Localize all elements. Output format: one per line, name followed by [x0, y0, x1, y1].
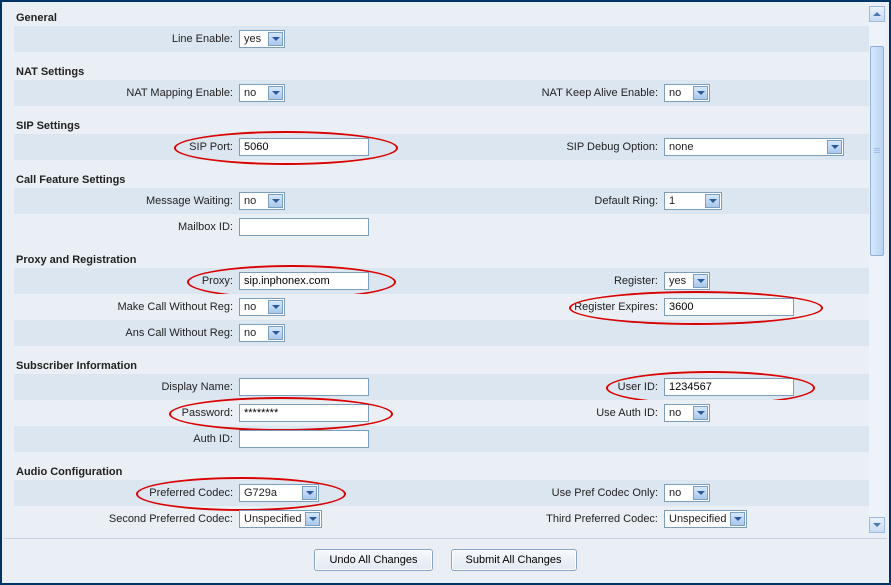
- use-auth-id-select[interactable]: no: [664, 404, 710, 422]
- scroll-up-button[interactable]: [869, 6, 885, 22]
- section-call-feature-title: Call Feature Settings: [14, 160, 877, 188]
- message-waiting-label: Message Waiting:: [14, 195, 239, 207]
- ans-call-without-reg-label: Ans Call Without Reg:: [14, 327, 239, 339]
- proxy-input[interactable]: [239, 272, 369, 290]
- chevron-down-icon: [268, 326, 283, 340]
- proxy-label: Proxy:: [14, 275, 239, 287]
- password-label: Password:: [14, 407, 239, 419]
- use-auth-id-label: Use Auth ID:: [439, 407, 664, 419]
- scrollbar-thumb[interactable]: [870, 46, 884, 256]
- chevron-down-icon: [827, 140, 842, 154]
- sip-port-label: SIP Port:: [14, 141, 239, 153]
- nat-mapping-enable-label: NAT Mapping Enable:: [14, 87, 239, 99]
- make-call-without-reg-label: Make Call Without Reg:: [14, 301, 239, 313]
- third-preferred-codec-label: Third Preferred Codec:: [439, 513, 664, 525]
- section-nat-title: NAT Settings: [14, 52, 877, 80]
- second-preferred-codec-label: Second Preferred Codec:: [14, 513, 239, 525]
- section-subscriber-title: Subscriber Information: [14, 346, 877, 374]
- sip-debug-option-label: SIP Debug Option:: [439, 141, 664, 153]
- make-call-without-reg-select[interactable]: no: [239, 298, 285, 316]
- chevron-down-icon: [693, 274, 708, 288]
- section-audio-title: Audio Configuration: [14, 452, 877, 480]
- chevron-down-icon: [693, 86, 708, 100]
- default-ring-select[interactable]: 1: [664, 192, 722, 210]
- section-general-title: General: [14, 8, 877, 26]
- password-input[interactable]: [239, 404, 369, 422]
- chevron-down-icon: [693, 486, 708, 500]
- ans-call-without-reg-select[interactable]: no: [239, 324, 285, 342]
- chevron-down-icon: [268, 194, 283, 208]
- user-id-label: User ID:: [439, 381, 664, 393]
- chevron-down-icon: [302, 486, 317, 500]
- chevron-down-icon: [268, 32, 283, 46]
- preferred-codec-select[interactable]: G729a: [239, 484, 319, 502]
- scroll-down-button[interactable]: [869, 517, 885, 533]
- sip-port-input[interactable]: [239, 138, 369, 156]
- register-expires-input[interactable]: [664, 298, 794, 316]
- submit-all-changes-button[interactable]: Submit All Changes: [451, 549, 577, 571]
- register-select[interactable]: yes: [664, 272, 710, 290]
- chevron-down-icon: [705, 194, 720, 208]
- nat-mapping-enable-select[interactable]: no: [239, 84, 285, 102]
- display-name-label: Display Name:: [14, 381, 239, 393]
- mailbox-id-input[interactable]: [239, 218, 369, 236]
- chevron-down-icon: [268, 86, 283, 100]
- sip-debug-option-select[interactable]: none: [664, 138, 844, 156]
- config-content: General Line Enable: yes NAT Settings NA…: [2, 2, 889, 532]
- chevron-down-icon: [268, 300, 283, 314]
- mailbox-id-label: Mailbox ID:: [14, 221, 239, 233]
- use-pref-codec-only-label: Use Pref Codec Only:: [439, 487, 664, 499]
- use-pref-codec-only-select[interactable]: no: [664, 484, 710, 502]
- chevron-down-icon: [305, 512, 320, 526]
- footer-bar: Undo All Changes Submit All Changes: [4, 538, 887, 581]
- config-panel-frame: General Line Enable: yes NAT Settings NA…: [0, 0, 891, 585]
- message-waiting-select[interactable]: no: [239, 192, 285, 210]
- auth-id-label: Auth ID:: [14, 433, 239, 445]
- register-expires-label: Register Expires:: [439, 301, 664, 313]
- chevron-down-icon: [730, 512, 745, 526]
- nat-keep-alive-enable-select[interactable]: no: [664, 84, 710, 102]
- display-name-input[interactable]: [239, 378, 369, 396]
- preferred-codec-label: Preferred Codec:: [14, 487, 239, 499]
- second-preferred-codec-select[interactable]: Unspecified: [239, 510, 322, 528]
- user-id-input[interactable]: [664, 378, 794, 396]
- section-proxy-title: Proxy and Registration: [14, 240, 877, 268]
- nat-keep-alive-enable-label: NAT Keep Alive Enable:: [439, 87, 664, 99]
- auth-id-input[interactable]: [239, 430, 369, 448]
- undo-all-changes-button[interactable]: Undo All Changes: [314, 549, 432, 571]
- line-enable-select[interactable]: yes: [239, 30, 285, 48]
- vertical-scrollbar[interactable]: [869, 6, 885, 533]
- line-enable-label: Line Enable:: [14, 33, 239, 45]
- section-sip-title: SIP Settings: [14, 106, 877, 134]
- register-label: Register:: [439, 275, 664, 287]
- third-preferred-codec-select[interactable]: Unspecified: [664, 510, 747, 528]
- chevron-down-icon: [693, 406, 708, 420]
- default-ring-label: Default Ring:: [439, 195, 664, 207]
